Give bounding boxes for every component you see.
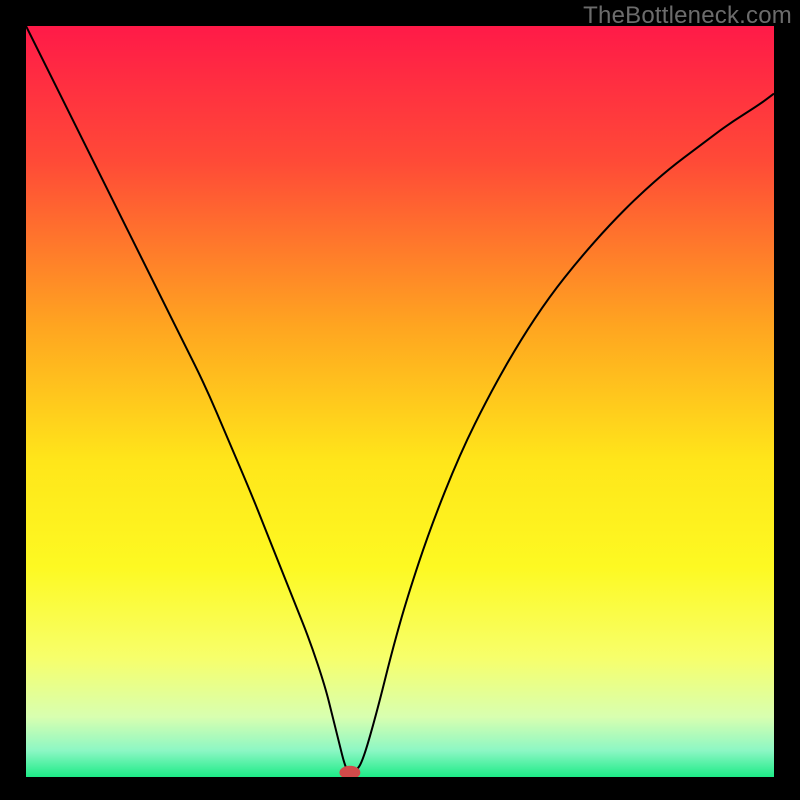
gradient-background bbox=[26, 26, 774, 777]
outer-frame: TheBottleneck.com bbox=[0, 0, 800, 800]
chart-plot-area bbox=[26, 26, 774, 777]
chart-svg bbox=[26, 26, 774, 777]
